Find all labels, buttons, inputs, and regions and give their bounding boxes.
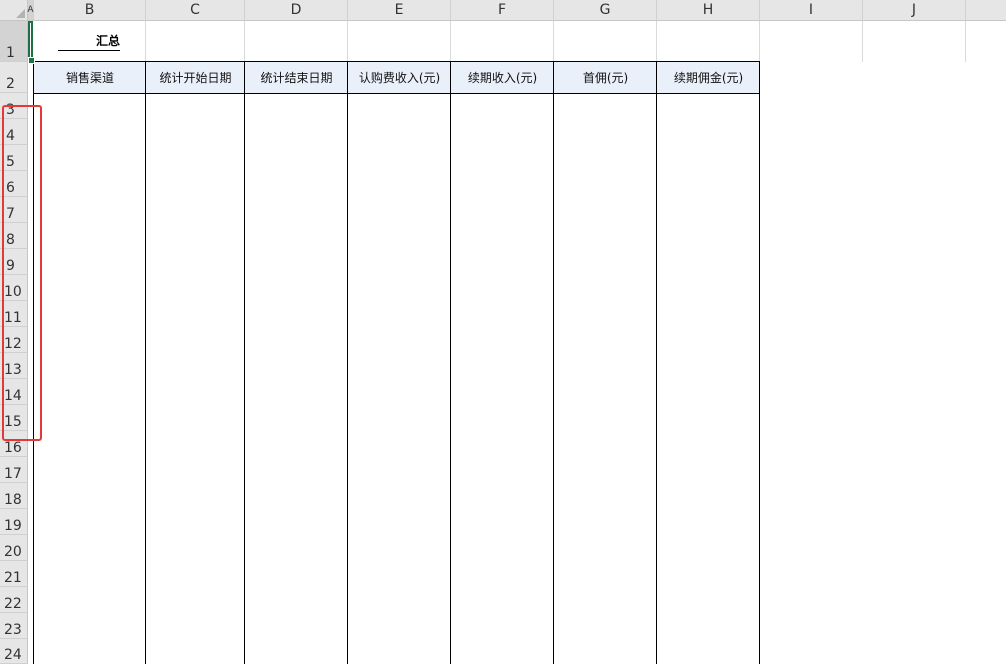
column-header-h[interactable]: H [657,0,760,21]
grid-line [244,21,245,62]
row-header-17[interactable]: 17 [0,457,28,483]
grid-line [450,21,451,62]
table-border [450,61,451,664]
header-renewal-income[interactable]: 续期收入(元) [451,62,554,93]
table-border [145,61,146,664]
column-header-e[interactable]: E [348,0,451,21]
table-border [244,61,245,664]
select-all-button[interactable] [0,0,28,21]
fill-handle[interactable] [28,57,35,64]
summary-title: 汇总 [58,32,120,51]
active-cell-a1[interactable] [28,21,35,64]
row-header-23[interactable]: 23 [0,613,28,639]
column-header-j[interactable]: J [863,0,966,21]
header-subscription-income[interactable]: 认购费收入(元) [348,62,451,93]
table-border [656,61,657,664]
table-border [347,61,348,664]
highlight-box [2,105,42,441]
column-header-i[interactable]: I [760,0,863,21]
row-header-21[interactable]: 21 [0,561,28,587]
select-all-triangle-icon [16,9,25,18]
grid-line [145,21,146,62]
header-first-commission[interactable]: 首佣(元) [554,62,657,93]
grid-line [759,21,760,62]
column-header-c[interactable]: C [146,0,245,21]
row-header-1[interactable]: 1 [0,21,28,62]
row-header-2[interactable]: 2 [0,62,28,93]
header-sales-channel[interactable]: 销售渠道 [34,62,146,93]
column-header-b[interactable]: B [34,0,146,21]
table-border-top [34,61,760,62]
header-start-date[interactable]: 统计开始日期 [146,62,245,93]
spreadsheet-grid[interactable]: A B C D E F G H I J 1 2 3 4 5 6 7 8 9 10… [0,0,1006,664]
table-border-right [759,61,760,664]
row-header-19[interactable]: 19 [0,509,28,535]
column-header-d[interactable]: D [245,0,348,21]
grid-line [965,21,966,62]
grid-line [553,21,554,62]
table-border-header [34,93,760,94]
header-renewal-commission[interactable]: 续期佣金(元) [657,62,760,93]
table-border [553,61,554,664]
grid-line [656,21,657,62]
grid-line [347,21,348,62]
column-header-g[interactable]: G [554,0,657,21]
row-header-18[interactable]: 18 [0,483,28,509]
grid-line [862,21,863,62]
column-header-f[interactable]: F [451,0,554,21]
header-end-date[interactable]: 统计结束日期 [245,62,348,93]
row-header-20[interactable]: 20 [0,535,28,561]
row-header-22[interactable]: 22 [0,587,28,613]
column-header-k[interactable] [966,0,1006,21]
row-header-24[interactable]: 24 [0,639,28,664]
